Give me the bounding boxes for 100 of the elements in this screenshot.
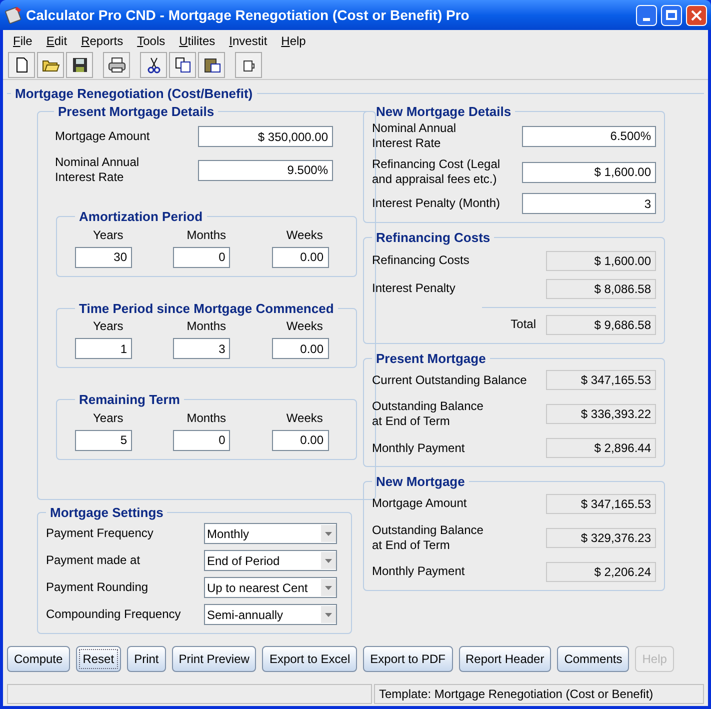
- toolbar-button[interactable]: [198, 52, 225, 78]
- column-header: Months: [186, 318, 228, 335]
- column-header: Months: [186, 410, 228, 426]
- panel-title: Mortgage Renegotiation (Cost/Benefit): [14, 85, 254, 103]
- field-label: Interest Penalty: [372, 281, 456, 296]
- input-field[interactable]: 0.00: [272, 246, 329, 268]
- maximize-button[interactable]: [661, 4, 682, 26]
- section-title: New Mortgage Details: [375, 102, 512, 121]
- result-field: $ 8,086.58: [546, 278, 656, 298]
- field-label: Refinancing Costs: [372, 253, 470, 268]
- dropdown[interactable]: Up to nearest Cent: [204, 577, 337, 598]
- section-title: New Mortgage: [375, 473, 466, 491]
- section-title: Present Mortgage: [375, 350, 487, 368]
- result-field: $ 347,165.53: [546, 370, 656, 390]
- paste-icon: [202, 56, 220, 74]
- section-title: Remaining Term: [78, 391, 181, 409]
- column-header: Weeks: [285, 410, 324, 426]
- close-button[interactable]: [686, 4, 707, 26]
- column-header: Years: [92, 226, 124, 244]
- toolbar-button[interactable]: [169, 52, 196, 78]
- field-label: Nominal Annual Interest Rate: [55, 155, 140, 185]
- result-field: $ 1,600.00: [546, 250, 656, 270]
- section-title: Refinancing Costs: [375, 229, 492, 247]
- field-label: Payment Frequency: [46, 526, 154, 541]
- result-field: $ 2,206.24: [546, 562, 656, 582]
- caret-icon: [321, 552, 336, 569]
- action-button[interactable]: Reset: [76, 646, 122, 672]
- input-field[interactable]: 0: [173, 246, 230, 268]
- section-title: Mortgage Settings: [49, 504, 164, 522]
- toolbar-button[interactable]: [103, 52, 130, 78]
- input-field[interactable]: $ 1,600.00: [522, 162, 656, 182]
- toolbar-button[interactable]: [66, 52, 93, 78]
- copy-icon: [174, 56, 192, 74]
- field-label: Monthly Payment: [372, 564, 466, 579]
- field-label: Payment Rounding: [46, 580, 150, 595]
- toolbar-button[interactable]: [235, 52, 262, 78]
- field-label: Monthly Payment: [372, 440, 466, 456]
- close-icon: [691, 10, 702, 20]
- dropdown[interactable]: Semi-annually: [204, 604, 337, 625]
- action-button[interactable]: Compute: [7, 646, 70, 672]
- field-label: Mortgage Amount: [55, 129, 151, 144]
- section-title: Time Period since Mortgage Commenced: [78, 300, 335, 318]
- input-field[interactable]: 0.00: [272, 430, 329, 450]
- input-field[interactable]: 3: [173, 338, 230, 359]
- section-title: Amortization Period: [78, 208, 204, 226]
- menu-item[interactable]: Utilites: [179, 32, 216, 50]
- action-button[interactable]: Comments: [557, 646, 630, 672]
- field-label: Refinancing Cost (Legal and appraisal fees etc.): [372, 157, 502, 187]
- action-button[interactable]: Export to Excel: [262, 646, 358, 672]
- column-header: Years: [92, 410, 124, 426]
- column-header: Weeks: [285, 226, 324, 244]
- column-header: Years: [92, 318, 124, 335]
- toolbar-button[interactable]: [37, 52, 64, 78]
- menu-item[interactable]: Tools: [137, 32, 166, 50]
- dropdown[interactable]: End of Period: [204, 550, 337, 571]
- column-header: Months: [186, 226, 228, 244]
- toolbar-button[interactable]: [8, 52, 35, 78]
- caret-icon: [321, 525, 336, 542]
- menu-item[interactable]: Help: [281, 32, 306, 50]
- window-title: Calculator Pro CND - Mortgage Renegotiation (Cost or Benefit) Pro: [26, 6, 470, 25]
- input-field[interactable]: 0: [173, 430, 230, 450]
- result-field: $ 336,393.22: [546, 404, 656, 424]
- field-label: Payment made at: [46, 553, 142, 568]
- caret-icon: [321, 579, 336, 596]
- input-field[interactable]: $ 350,000.00: [198, 126, 333, 147]
- input-field[interactable]: 5: [75, 430, 132, 450]
- result-field: $ 347,165.53: [546, 494, 656, 514]
- toolbar-button[interactable]: [140, 52, 167, 78]
- result-field: $ 9,686.58: [546, 314, 656, 334]
- menu-item[interactable]: Edit: [46, 32, 68, 50]
- input-field[interactable]: 30: [75, 246, 132, 268]
- action-button[interactable]: Export to PDF: [363, 646, 452, 672]
- field-label: Compounding Frequency: [46, 607, 182, 622]
- dropdown[interactable]: Monthly: [204, 523, 337, 544]
- input-field[interactable]: 0.00: [272, 338, 329, 359]
- field-label: Nominal Annual Interest Rate: [372, 121, 458, 151]
- input-field[interactable]: 9.500%: [198, 160, 333, 180]
- column-header: Weeks: [285, 318, 324, 335]
- status-text: Template: Mortgage Renegotiation (Cost or Benefit): [374, 684, 704, 704]
- input-field[interactable]: 6.500%: [522, 126, 656, 146]
- result-field: $ 329,376.23: [546, 528, 656, 548]
- field-label: Outstanding Balance at End of Term: [372, 399, 484, 429]
- input-field[interactable]: 1: [75, 338, 132, 359]
- input-field[interactable]: 3: [522, 193, 656, 214]
- minimize-button[interactable]: [636, 4, 657, 26]
- result-field: $ 2,896.44: [546, 438, 656, 458]
- calculator-icon: [4, 6, 22, 24]
- action-button[interactable]: Print Preview: [172, 646, 256, 672]
- menu-item[interactable]: File: [13, 32, 32, 50]
- menu-item[interactable]: Reports: [81, 32, 124, 50]
- field-label: Total: [510, 317, 536, 332]
- field-label: Outstanding Balance at End of Term: [372, 522, 484, 552]
- minimize-icon: [643, 18, 650, 20]
- caret-icon: [321, 606, 336, 623]
- action-button[interactable]: Print: [127, 646, 166, 672]
- field-label: Current Outstanding Balance: [372, 372, 528, 388]
- action-button[interactable]: Report Header: [458, 646, 552, 672]
- menu-item[interactable]: Investit: [229, 32, 268, 50]
- field-label: Interest Penalty (Month): [372, 196, 502, 211]
- printer-icon: [108, 56, 126, 74]
